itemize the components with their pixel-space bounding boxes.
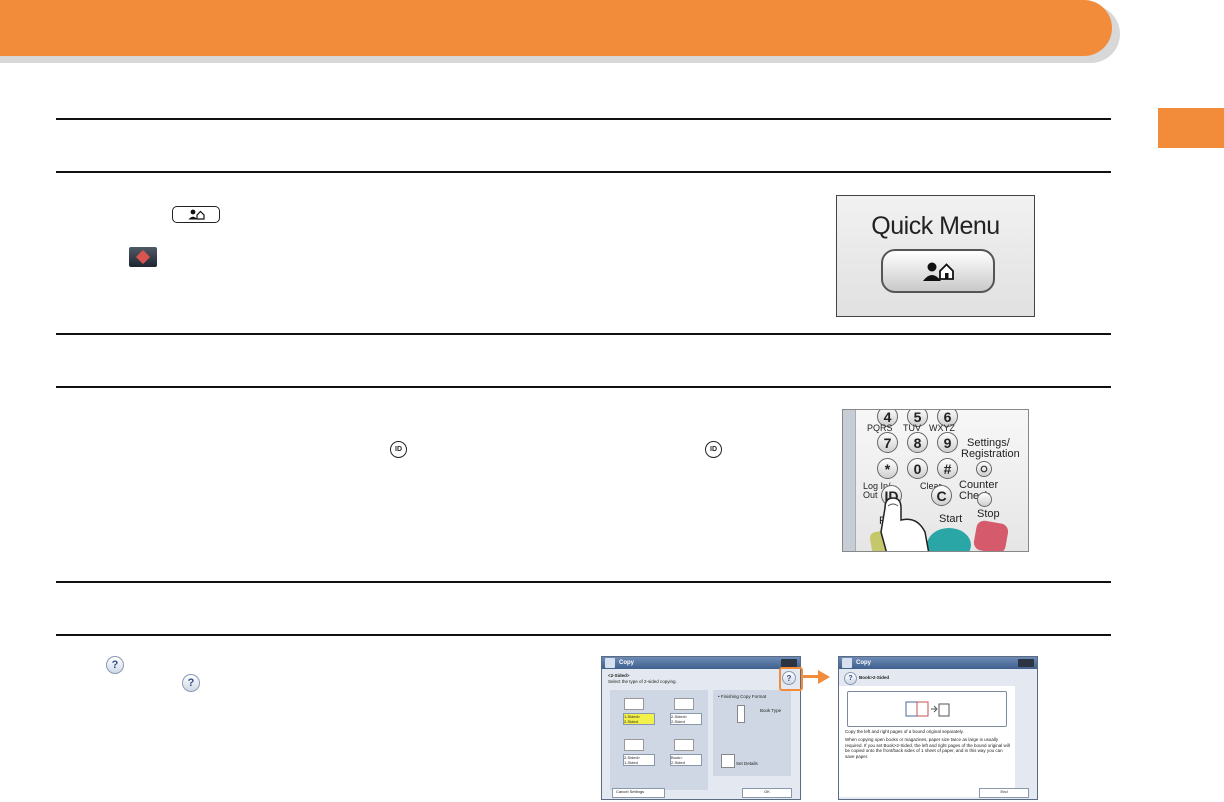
copy-icon bbox=[605, 658, 615, 668]
clear-key[interactable]: C bbox=[931, 485, 952, 506]
arrow-right-icon bbox=[818, 670, 830, 684]
section-rule bbox=[56, 333, 1111, 335]
key-7[interactable]: 7 bbox=[877, 432, 898, 453]
book-to-2-sided-icon bbox=[905, 701, 950, 717]
screen-heading: <2-Sided> bbox=[608, 673, 630, 678]
device-status-icon bbox=[781, 659, 797, 667]
settings-key[interactable] bbox=[976, 461, 992, 477]
login-label-2: Out bbox=[863, 490, 878, 500]
settings-label-2: Registration bbox=[961, 448, 1020, 460]
option-book-2-sided[interactable]: Book> 2-Sided bbox=[670, 754, 702, 766]
device-status-icon bbox=[1018, 659, 1034, 667]
screen-title: Copy bbox=[856, 660, 871, 666]
stop-key[interactable] bbox=[972, 519, 1010, 551]
2-to-1-diagram-icon bbox=[624, 739, 644, 751]
quick-menu-key-icon bbox=[172, 206, 220, 223]
page-format-icon bbox=[737, 705, 745, 723]
quick-menu-title: Quick Menu bbox=[871, 212, 1000, 240]
cancel-settings-button[interactable]: Cancel Settings bbox=[612, 788, 665, 798]
option-2-sided-2-sided[interactable]: 2-Sided> 2-Sided bbox=[670, 713, 702, 725]
key-8[interactable]: 8 bbox=[907, 432, 928, 453]
set-details-label: Set Details bbox=[736, 761, 758, 766]
key-9[interactable]: 9 bbox=[937, 432, 958, 453]
help-heading: Book>2-Sided bbox=[859, 675, 890, 680]
section-rule bbox=[56, 118, 1111, 120]
counter-check-key[interactable] bbox=[977, 492, 992, 507]
screen-instruction: Select the type of 2-sided copying. bbox=[608, 679, 677, 684]
id-key-icon: ID bbox=[705, 441, 722, 458]
book-to-2-diagram-icon bbox=[674, 739, 694, 751]
section-rule bbox=[56, 386, 1111, 388]
id-key-icon: ID bbox=[390, 441, 407, 458]
section-rule bbox=[56, 171, 1111, 173]
main-menu-icon bbox=[129, 247, 157, 267]
chapter-tab bbox=[1158, 108, 1224, 148]
help-icon: ? bbox=[844, 672, 857, 685]
help-highlight bbox=[779, 667, 803, 691]
set-details-button[interactable] bbox=[721, 754, 735, 768]
ok-button[interactable]: OK bbox=[742, 788, 792, 798]
counter-check-label: Counter Check bbox=[959, 479, 999, 502]
quick-menu-button[interactable] bbox=[881, 249, 995, 293]
quick-menu-illustration: Quick Menu bbox=[836, 195, 1035, 317]
option-2-sided-1-sided[interactable]: 2-Sided> 1-Sided bbox=[623, 754, 655, 766]
section-rule bbox=[56, 634, 1111, 636]
start-label: Start bbox=[939, 513, 963, 525]
book-type-label: Book Type bbox=[760, 708, 782, 713]
gear-icon bbox=[980, 465, 988, 473]
keypad-illustration: 4 5 6 PQRS TUV WXYZ 7 8 9 Settings/ Regi… bbox=[842, 409, 1029, 552]
end-button[interactable]: End bbox=[979, 788, 1029, 798]
option-1-sided-2-sided[interactable]: 1-Sided> 2-Sided bbox=[623, 713, 655, 725]
2-to-2-diagram-icon bbox=[674, 698, 694, 710]
help-description-2: When copying open books or magazines, pa… bbox=[845, 737, 1010, 759]
help-icon: ? bbox=[182, 674, 200, 692]
key-0[interactable]: 0 bbox=[907, 458, 928, 479]
stop-label: Stop bbox=[977, 508, 1000, 520]
help-screen: Copy ? Book>2-Sided Copy the left and ri… bbox=[838, 656, 1038, 800]
section-rule bbox=[56, 581, 1111, 583]
copy-icon bbox=[842, 658, 852, 668]
finger-pointer-icon bbox=[880, 497, 930, 551]
help-description-1: Copy the left and right pages of a bound… bbox=[845, 729, 964, 734]
header-banner bbox=[0, 0, 1112, 56]
start-key[interactable] bbox=[927, 528, 971, 551]
key-star[interactable]: * bbox=[877, 458, 898, 479]
finishing-format-label: • Finishing Copy Format bbox=[718, 694, 767, 699]
user-home-icon bbox=[923, 262, 954, 281]
1-to-2-diagram-icon bbox=[624, 698, 644, 710]
key-hash[interactable]: # bbox=[937, 458, 958, 479]
scrollbar[interactable] bbox=[1015, 686, 1036, 797]
book-diagram-box bbox=[847, 691, 1007, 727]
copy-2-sided-screen: Copy <2-Sided> Select the type of 2-side… bbox=[601, 656, 801, 800]
help-icon: ? bbox=[106, 656, 124, 674]
screen-title: Copy bbox=[619, 660, 634, 666]
